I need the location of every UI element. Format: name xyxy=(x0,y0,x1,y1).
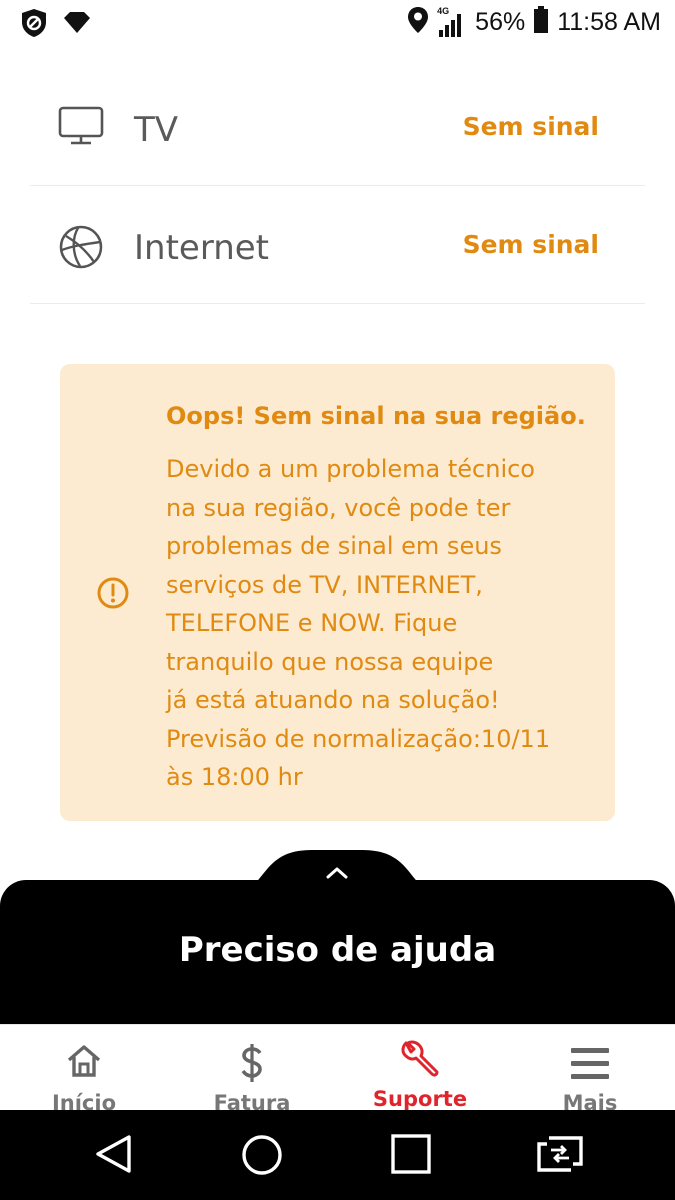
wifi-icon xyxy=(62,11,92,39)
back-icon[interactable] xyxy=(94,1134,134,1178)
nav-item-mais[interactable]: Mais xyxy=(506,1025,674,1110)
help-panel-title[interactable]: Preciso de ajuda xyxy=(0,930,675,970)
battery-percent: 56% xyxy=(475,7,526,36)
nav-item-suporte[interactable]: Suporte xyxy=(336,1025,504,1110)
system-nav-bar xyxy=(0,1110,675,1200)
service-row-internet[interactable]: Internet Sem sinal xyxy=(30,186,645,304)
nav-label: Fatura xyxy=(213,1091,291,1110)
battery-icon xyxy=(533,6,549,38)
nav-item-inicio[interactable]: Início xyxy=(0,1025,168,1110)
alert-title: Oops! Sem sinal na sua região. xyxy=(166,402,586,430)
alert-body-line: serviços de TV, INTERNET, xyxy=(166,570,483,599)
alert-body-line: Previsão de normalização:10/11 xyxy=(166,724,551,753)
nav-item-fatura[interactable]: Fatura xyxy=(168,1025,336,1110)
recents-icon[interactable] xyxy=(391,1134,431,1178)
switch-screen-icon[interactable] xyxy=(535,1134,585,1178)
alert-body: Devido a um problema técnico na sua regi… xyxy=(166,450,586,797)
alert-body-line: às 18:00 hr xyxy=(166,763,303,791)
alert-body-line: já está atuando na solução! xyxy=(166,686,500,714)
home-icon xyxy=(65,1043,103,1083)
nav-label: Suporte xyxy=(372,1087,468,1110)
nav-label: Início xyxy=(51,1091,117,1110)
bottom-nav: Início Fatura Suporte Mais xyxy=(0,1024,675,1110)
clock: 11:58 AM xyxy=(557,7,661,36)
wrench-icon xyxy=(400,1039,440,1083)
alert-body-line: tranquilo que nossa equipe xyxy=(166,647,494,676)
status-bar: 4G 56% 11:58 AM xyxy=(0,0,675,48)
menu-icon xyxy=(570,1047,610,1085)
service-label: Internet xyxy=(134,228,270,268)
home-circle-icon[interactable] xyxy=(241,1134,283,1180)
alert-body-line: na sua região, você pode ter xyxy=(166,493,511,522)
tv-icon xyxy=(58,106,104,152)
alert-circle-icon xyxy=(96,576,130,610)
chevron-up-icon[interactable] xyxy=(322,862,352,882)
dollar-icon xyxy=(239,1043,265,1087)
service-status: Sem sinal xyxy=(462,230,599,259)
service-label: TV xyxy=(134,110,179,150)
signal-icon: 4G xyxy=(437,6,467,38)
nav-label: Mais xyxy=(562,1091,618,1110)
service-status: Sem sinal xyxy=(462,112,599,141)
alert-body-line: TELEFONE e NOW. Fique xyxy=(166,609,458,637)
outage-alert: Oops! Sem sinal na sua região. Devido a … xyxy=(60,364,615,821)
location-icon xyxy=(407,6,429,38)
service-row-tv[interactable]: TV Sem sinal xyxy=(30,68,645,186)
shield-icon xyxy=(20,8,48,42)
globe-icon xyxy=(58,224,104,270)
alert-body-line: Devido a um problema técnico xyxy=(166,455,535,483)
alert-body-line: problemas de sinal em seus xyxy=(166,532,502,560)
